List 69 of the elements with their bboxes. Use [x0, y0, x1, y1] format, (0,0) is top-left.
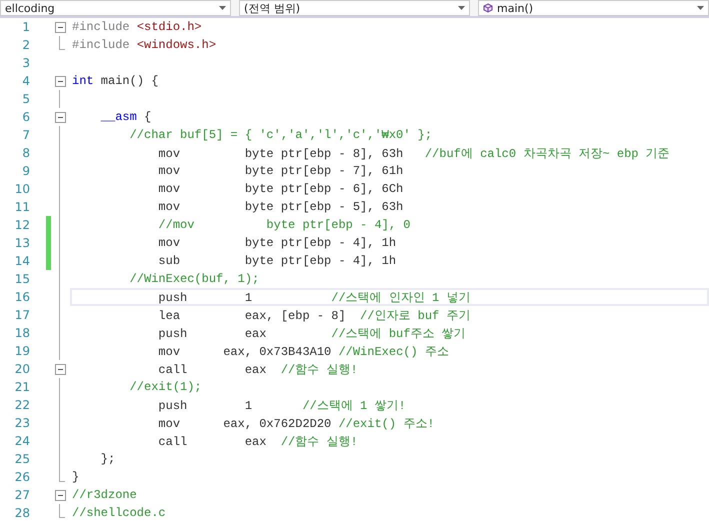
code-text: sub byte ptr[ebp - 4], 1h	[157, 254, 396, 268]
line-number: 3	[21, 55, 31, 72]
cube-icon	[483, 3, 493, 13]
collapse-icon[interactable]	[54, 112, 66, 122]
line-number: 15	[14, 271, 31, 288]
collapse-icon[interactable]	[54, 22, 66, 32]
line-number: 20	[14, 361, 31, 378]
line-number: 23	[14, 415, 31, 432]
code-text: };	[100, 452, 116, 466]
navigation-dropdown[interactable]: (전역 범위)	[239, 0, 470, 16]
code-text: mov byte ptr[ebp - 8], 63h //buf에 calc0 차곡차곡 저장~ ebp 기준	[157, 146, 670, 162]
code-text: //char buf[5] = { 'c','a','l','c','₩x0' };	[128, 128, 432, 142]
line-number: 11	[14, 199, 31, 216]
line-number: 28	[14, 505, 31, 521]
line-number: 16	[14, 289, 31, 306]
dropdown-label: (전역 범위)	[244, 0, 302, 16]
line-number: 4	[21, 73, 31, 90]
line-number: 27	[14, 487, 31, 504]
caret-icon	[219, 6, 226, 10]
line-number: 6	[21, 109, 31, 126]
caret-icon	[697, 6, 704, 10]
code-text: call eax //함수 실행!	[157, 434, 358, 450]
code-text: //mov byte ptr[ebp - 4], 0	[157, 218, 410, 232]
line-number: 24	[14, 433, 31, 450]
line-number: 19	[14, 343, 31, 360]
code-text: //WinExec(buf, 1);	[128, 272, 260, 286]
line-number: 22	[14, 397, 31, 414]
code-text: lea eax, [ebp - 8] //인자로 buf 주기	[157, 308, 470, 324]
navigation-dropdown[interactable]: ellcoding	[0, 0, 231, 16]
navigation-dropdown[interactable]: main()	[478, 0, 709, 16]
code-text: call eax //함수 실행!	[157, 362, 358, 378]
code-text: mov byte ptr[ebp - 4], 1h	[157, 236, 396, 250]
code-text: //shellcode.c	[72, 506, 166, 520]
line-number: 17	[14, 307, 31, 324]
code-text: push 1 //스택에 인자인 1 넣기	[157, 290, 470, 306]
line-number: 2	[21, 37, 31, 54]
line-number: 21	[14, 379, 31, 396]
collapse-icon[interactable]	[54, 490, 66, 500]
code-text: }	[72, 470, 80, 484]
code-text: mov eax, 0x73B43A10 //WinExec() 주소	[157, 344, 449, 360]
line-number: 9	[21, 163, 31, 180]
line-number: 10	[14, 181, 31, 198]
dropdown-label: main()	[497, 2, 534, 14]
code-text: #include <windows.h>	[72, 38, 216, 52]
caret-icon	[458, 6, 465, 10]
line-number: 1	[21, 19, 31, 36]
collapse-icon[interactable]	[54, 76, 66, 86]
dropdown-label: ellcoding	[5, 2, 56, 14]
code-text: __asm {	[100, 110, 152, 124]
line-number: 18	[14, 325, 31, 342]
code-text: int main() {	[72, 74, 158, 88]
code-text: //exit(1);	[128, 380, 202, 394]
line-number: 13	[14, 235, 31, 252]
line-number: 5	[21, 91, 31, 108]
collapse-icon[interactable]	[54, 364, 66, 374]
line-number: 26	[14, 469, 31, 486]
line-number: 14	[14, 253, 31, 270]
line-number: 25	[14, 451, 31, 468]
code-text: #include <stdio.h>	[72, 20, 202, 34]
code-text: mov byte ptr[ebp - 6], 6Ch	[157, 182, 404, 196]
line-number: 7	[21, 127, 31, 144]
line-number: 12	[14, 217, 31, 234]
code-text: push eax //스택에 buf주소 쌓기	[157, 326, 466, 342]
code-text: //r3dzone	[72, 488, 137, 502]
code-text: mov eax, 0x762D2D20 //exit() 주소!	[157, 416, 434, 432]
code-text: mov byte ptr[ebp - 7], 61h	[157, 164, 404, 178]
code-text: mov byte ptr[ebp - 5], 63h	[157, 200, 404, 214]
line-number: 8	[21, 145, 31, 162]
code-text: push 1 //스택에 1 쌓기!	[157, 398, 406, 414]
